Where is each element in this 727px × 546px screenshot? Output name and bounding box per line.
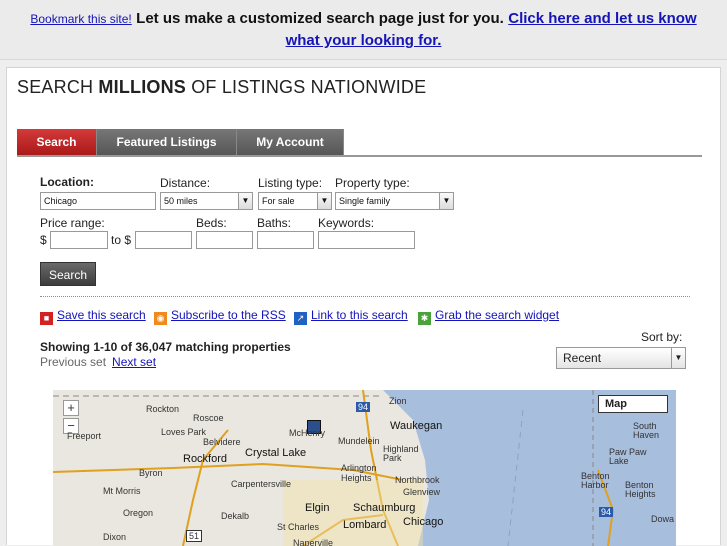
route-shield: 51	[186, 530, 203, 542]
promo-text: Let us make a customized search page jus…	[136, 10, 504, 27]
city-label: Elgin	[305, 502, 330, 514]
price-min-input[interactable]	[50, 231, 108, 249]
sort-label: Sort by:	[641, 330, 683, 344]
distance-select[interactable]: 50 miles ▼	[160, 192, 253, 210]
link-icon: ↗	[294, 312, 307, 325]
city-label: Byron	[139, 468, 163, 478]
city-label: Mundelein	[338, 436, 380, 446]
tab-search[interactable]: Search	[17, 129, 97, 156]
baths-input[interactable]	[257, 231, 314, 249]
page-title: SEARCH MILLIONS OF LISTINGS NATIONWIDE	[17, 77, 427, 97]
city-label: St Charles	[277, 522, 320, 532]
city-label: Roscoe	[193, 413, 224, 423]
city-label: South Haven	[633, 421, 660, 440]
city-label: Oregon	[123, 508, 154, 518]
map-type-button[interactable]: Map	[598, 395, 668, 413]
location-label: Location:	[40, 175, 94, 189]
customize-link-line2[interactable]: what your looking for.	[286, 32, 442, 49]
previous-set-label: Previous set	[40, 355, 107, 369]
route-shield: 94	[356, 402, 371, 412]
save-icon: ■	[40, 312, 53, 325]
city-label: Carpentersville	[231, 479, 292, 489]
city-label: Benton Heights	[625, 480, 656, 499]
city-label: Arlington Heights	[341, 463, 377, 483]
city-label: Benton Harbor	[581, 471, 610, 490]
link-search-tool[interactable]: ↗ Link to this search	[294, 308, 408, 325]
property-type-select[interactable]: Single family ▼	[335, 192, 454, 210]
city-label: Dixon	[103, 532, 127, 542]
next-set-link[interactable]: Next set	[112, 355, 156, 369]
keywords-label: Keywords:	[318, 216, 375, 230]
tab-divider	[17, 155, 702, 157]
chevron-down-icon: ▼	[671, 348, 685, 368]
city-label: McHenry	[289, 428, 326, 438]
city-label: Waukegan	[390, 420, 443, 432]
pagination: Previous set Next set	[40, 355, 156, 369]
price-to-label: to $	[111, 233, 132, 247]
rss-link[interactable]: Subscribe to the RSS	[171, 308, 286, 322]
listing-type-select[interactable]: For sale ▼	[258, 192, 332, 210]
widget-link[interactable]: Grab the search widget	[435, 308, 559, 322]
keywords-input[interactable]	[318, 231, 415, 249]
search-button[interactable]: Search	[40, 262, 96, 286]
chevron-down-icon: ▼	[439, 193, 453, 209]
baths-label: Baths:	[257, 216, 292, 230]
widget-icon: ✱	[418, 312, 431, 325]
city-label: Lombard	[343, 519, 387, 531]
customize-link-line1[interactable]: Click here and let us know	[508, 10, 696, 27]
beds-label: Beds:	[196, 216, 227, 230]
city-label: Mt Morris	[103, 486, 141, 496]
price-dollar-sign: $	[40, 233, 47, 247]
property-type-label: Property type:	[335, 176, 410, 190]
price-max-input[interactable]	[135, 231, 192, 249]
rss-tool[interactable]: ◉ Subscribe to the RSS	[154, 308, 286, 325]
listing-type-label: Listing type:	[258, 176, 323, 190]
tab-my-account[interactable]: My Account	[237, 129, 344, 156]
city-label: Paw Paw Lake	[609, 447, 647, 466]
save-search-tool[interactable]: ■ Save this search	[40, 308, 146, 325]
tab-bar: Search Featured Listings My Account	[17, 129, 344, 156]
city-label: Loves Park	[161, 427, 207, 437]
city-label: Highland Park	[383, 444, 419, 463]
route-shield: 94	[599, 507, 614, 517]
sort-select[interactable]: Recent ▼	[556, 347, 686, 369]
city-label: Dowa	[651, 514, 675, 524]
zoom-in-button[interactable]: +	[63, 400, 79, 416]
divider	[40, 296, 690, 297]
results-count: Showing 1-10 of 36,047 matching properti…	[40, 340, 291, 354]
city-label: Chicago	[403, 516, 444, 528]
bookmark-link[interactable]: Bookmark this site!	[30, 12, 131, 26]
location-input[interactable]: Chicago	[40, 192, 156, 210]
city-label: Glenview	[403, 487, 441, 497]
rss-icon: ◉	[154, 312, 167, 325]
link-search-link[interactable]: Link to this search	[311, 308, 408, 322]
chevron-down-icon: ▼	[238, 193, 252, 209]
city-label: Belvidere	[203, 437, 241, 447]
city-label: Northbrook	[395, 475, 440, 485]
city-label: Dekalb	[221, 511, 250, 521]
city-label: Crystal Lake	[245, 447, 307, 459]
city-label: Rockford	[183, 453, 228, 465]
results-map[interactable]: + − Map Rockton Roscoe Loves Park Freepo…	[53, 390, 676, 546]
city-label: Rockton	[146, 404, 180, 414]
beds-input[interactable]	[196, 231, 253, 249]
price-range-label: Price range:	[40, 216, 105, 230]
promo-banner: Bookmark this site! Let us make a custom…	[0, 0, 727, 60]
chevron-down-icon: ▼	[317, 193, 331, 209]
search-panel: SEARCH MILLIONS OF LISTINGS NATIONWIDE S…	[6, 67, 721, 546]
highway	[182, 429, 229, 546]
tab-featured-listings[interactable]: Featured Listings	[97, 129, 237, 156]
city-label: Zion	[389, 396, 407, 406]
widget-tool[interactable]: ✱ Grab the search widget	[418, 308, 559, 325]
city-label: Freeport	[67, 431, 102, 441]
distance-label: Distance:	[160, 176, 211, 190]
city-label: Schaumburg	[353, 502, 416, 514]
save-search-link[interactable]: Save this search	[57, 308, 146, 322]
